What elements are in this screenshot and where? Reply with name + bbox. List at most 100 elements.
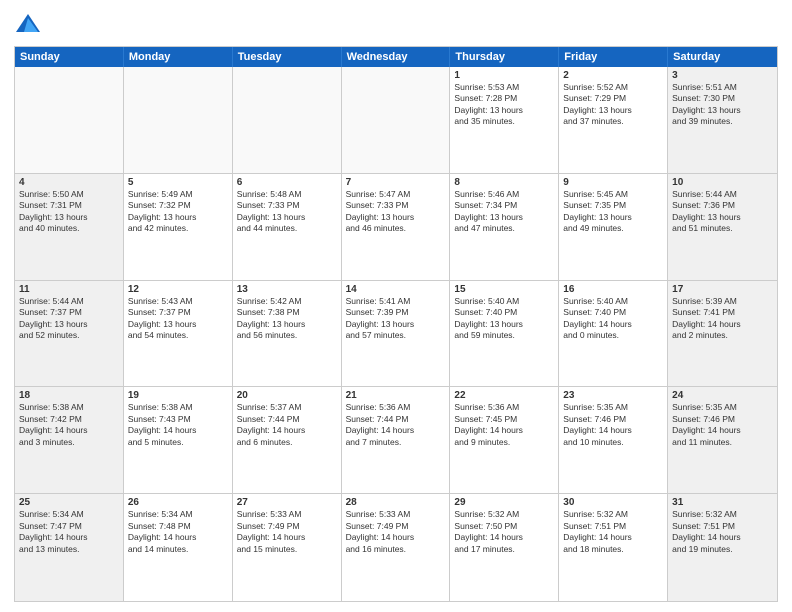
day-info: Sunrise: 5:41 AM Sunset: 7:39 PM Dayligh…: [346, 296, 446, 342]
day-number: 6: [237, 177, 337, 188]
day-6: 6Sunrise: 5:48 AM Sunset: 7:33 PM Daylig…: [233, 174, 342, 280]
day-9: 9Sunrise: 5:45 AM Sunset: 7:35 PM Daylig…: [559, 174, 668, 280]
day-info: Sunrise: 5:44 AM Sunset: 7:37 PM Dayligh…: [19, 296, 119, 342]
calendar-row-5: 25Sunrise: 5:34 AM Sunset: 7:47 PM Dayli…: [15, 494, 777, 601]
empty-cell: [233, 67, 342, 173]
day-number: 31: [672, 497, 773, 508]
day-info: Sunrise: 5:32 AM Sunset: 7:50 PM Dayligh…: [454, 509, 554, 555]
day-number: 14: [346, 284, 446, 295]
day-7: 7Sunrise: 5:47 AM Sunset: 7:33 PM Daylig…: [342, 174, 451, 280]
day-13: 13Sunrise: 5:42 AM Sunset: 7:38 PM Dayli…: [233, 281, 342, 387]
day-info: Sunrise: 5:40 AM Sunset: 7:40 PM Dayligh…: [454, 296, 554, 342]
header-day-wednesday: Wednesday: [342, 47, 451, 67]
day-28: 28Sunrise: 5:33 AM Sunset: 7:49 PM Dayli…: [342, 494, 451, 601]
day-number: 7: [346, 177, 446, 188]
logo: [14, 10, 46, 38]
day-number: 30: [563, 497, 663, 508]
day-23: 23Sunrise: 5:35 AM Sunset: 7:46 PM Dayli…: [559, 387, 668, 493]
empty-cell: [342, 67, 451, 173]
day-info: Sunrise: 5:32 AM Sunset: 7:51 PM Dayligh…: [563, 509, 663, 555]
header-day-friday: Friday: [559, 47, 668, 67]
day-number: 18: [19, 390, 119, 401]
day-number: 1: [454, 70, 554, 81]
day-number: 26: [128, 497, 228, 508]
day-number: 23: [563, 390, 663, 401]
day-info: Sunrise: 5:49 AM Sunset: 7:32 PM Dayligh…: [128, 189, 228, 235]
day-number: 13: [237, 284, 337, 295]
day-number: 22: [454, 390, 554, 401]
day-info: Sunrise: 5:33 AM Sunset: 7:49 PM Dayligh…: [346, 509, 446, 555]
day-info: Sunrise: 5:37 AM Sunset: 7:44 PM Dayligh…: [237, 402, 337, 448]
day-info: Sunrise: 5:51 AM Sunset: 7:30 PM Dayligh…: [672, 82, 773, 128]
day-info: Sunrise: 5:34 AM Sunset: 7:48 PM Dayligh…: [128, 509, 228, 555]
day-number: 28: [346, 497, 446, 508]
day-26: 26Sunrise: 5:34 AM Sunset: 7:48 PM Dayli…: [124, 494, 233, 601]
day-info: Sunrise: 5:32 AM Sunset: 7:51 PM Dayligh…: [672, 509, 773, 555]
day-number: 3: [672, 70, 773, 81]
day-info: Sunrise: 5:47 AM Sunset: 7:33 PM Dayligh…: [346, 189, 446, 235]
day-15: 15Sunrise: 5:40 AM Sunset: 7:40 PM Dayli…: [450, 281, 559, 387]
day-31: 31Sunrise: 5:32 AM Sunset: 7:51 PM Dayli…: [668, 494, 777, 601]
day-2: 2Sunrise: 5:52 AM Sunset: 7:29 PM Daylig…: [559, 67, 668, 173]
day-info: Sunrise: 5:36 AM Sunset: 7:44 PM Dayligh…: [346, 402, 446, 448]
day-20: 20Sunrise: 5:37 AM Sunset: 7:44 PM Dayli…: [233, 387, 342, 493]
day-10: 10Sunrise: 5:44 AM Sunset: 7:36 PM Dayli…: [668, 174, 777, 280]
day-info: Sunrise: 5:45 AM Sunset: 7:35 PM Dayligh…: [563, 189, 663, 235]
day-info: Sunrise: 5:53 AM Sunset: 7:28 PM Dayligh…: [454, 82, 554, 128]
day-info: Sunrise: 5:33 AM Sunset: 7:49 PM Dayligh…: [237, 509, 337, 555]
day-number: 4: [19, 177, 119, 188]
day-info: Sunrise: 5:34 AM Sunset: 7:47 PM Dayligh…: [19, 509, 119, 555]
day-number: 24: [672, 390, 773, 401]
day-number: 27: [237, 497, 337, 508]
day-info: Sunrise: 5:42 AM Sunset: 7:38 PM Dayligh…: [237, 296, 337, 342]
header-day-thursday: Thursday: [450, 47, 559, 67]
day-number: 25: [19, 497, 119, 508]
day-info: Sunrise: 5:44 AM Sunset: 7:36 PM Dayligh…: [672, 189, 773, 235]
header-day-tuesday: Tuesday: [233, 47, 342, 67]
day-info: Sunrise: 5:46 AM Sunset: 7:34 PM Dayligh…: [454, 189, 554, 235]
logo-icon: [14, 10, 42, 38]
day-14: 14Sunrise: 5:41 AM Sunset: 7:39 PM Dayli…: [342, 281, 451, 387]
day-24: 24Sunrise: 5:35 AM Sunset: 7:46 PM Dayli…: [668, 387, 777, 493]
day-info: Sunrise: 5:35 AM Sunset: 7:46 PM Dayligh…: [672, 402, 773, 448]
calendar-row-2: 4Sunrise: 5:50 AM Sunset: 7:31 PM Daylig…: [15, 174, 777, 281]
day-19: 19Sunrise: 5:38 AM Sunset: 7:43 PM Dayli…: [124, 387, 233, 493]
calendar-body: 1Sunrise: 5:53 AM Sunset: 7:28 PM Daylig…: [15, 67, 777, 601]
day-info: Sunrise: 5:35 AM Sunset: 7:46 PM Dayligh…: [563, 402, 663, 448]
day-number: 29: [454, 497, 554, 508]
day-21: 21Sunrise: 5:36 AM Sunset: 7:44 PM Dayli…: [342, 387, 451, 493]
day-number: 20: [237, 390, 337, 401]
day-info: Sunrise: 5:38 AM Sunset: 7:42 PM Dayligh…: [19, 402, 119, 448]
empty-cell: [124, 67, 233, 173]
day-number: 12: [128, 284, 228, 295]
day-info: Sunrise: 5:39 AM Sunset: 7:41 PM Dayligh…: [672, 296, 773, 342]
day-16: 16Sunrise: 5:40 AM Sunset: 7:40 PM Dayli…: [559, 281, 668, 387]
day-27: 27Sunrise: 5:33 AM Sunset: 7:49 PM Dayli…: [233, 494, 342, 601]
day-info: Sunrise: 5:48 AM Sunset: 7:33 PM Dayligh…: [237, 189, 337, 235]
day-22: 22Sunrise: 5:36 AM Sunset: 7:45 PM Dayli…: [450, 387, 559, 493]
calendar-row-1: 1Sunrise: 5:53 AM Sunset: 7:28 PM Daylig…: [15, 67, 777, 174]
day-17: 17Sunrise: 5:39 AM Sunset: 7:41 PM Dayli…: [668, 281, 777, 387]
header-day-saturday: Saturday: [668, 47, 777, 67]
day-number: 10: [672, 177, 773, 188]
day-11: 11Sunrise: 5:44 AM Sunset: 7:37 PM Dayli…: [15, 281, 124, 387]
day-number: 9: [563, 177, 663, 188]
day-4: 4Sunrise: 5:50 AM Sunset: 7:31 PM Daylig…: [15, 174, 124, 280]
calendar: SundayMondayTuesdayWednesdayThursdayFrid…: [14, 46, 778, 602]
day-info: Sunrise: 5:52 AM Sunset: 7:29 PM Dayligh…: [563, 82, 663, 128]
day-1: 1Sunrise: 5:53 AM Sunset: 7:28 PM Daylig…: [450, 67, 559, 173]
day-8: 8Sunrise: 5:46 AM Sunset: 7:34 PM Daylig…: [450, 174, 559, 280]
header-day-monday: Monday: [124, 47, 233, 67]
day-3: 3Sunrise: 5:51 AM Sunset: 7:30 PM Daylig…: [668, 67, 777, 173]
day-number: 21: [346, 390, 446, 401]
day-25: 25Sunrise: 5:34 AM Sunset: 7:47 PM Dayli…: [15, 494, 124, 601]
header: [14, 10, 778, 38]
day-info: Sunrise: 5:43 AM Sunset: 7:37 PM Dayligh…: [128, 296, 228, 342]
day-29: 29Sunrise: 5:32 AM Sunset: 7:50 PM Dayli…: [450, 494, 559, 601]
day-number: 2: [563, 70, 663, 81]
day-number: 8: [454, 177, 554, 188]
day-number: 16: [563, 284, 663, 295]
day-5: 5Sunrise: 5:49 AM Sunset: 7:32 PM Daylig…: [124, 174, 233, 280]
day-info: Sunrise: 5:36 AM Sunset: 7:45 PM Dayligh…: [454, 402, 554, 448]
day-info: Sunrise: 5:50 AM Sunset: 7:31 PM Dayligh…: [19, 189, 119, 235]
